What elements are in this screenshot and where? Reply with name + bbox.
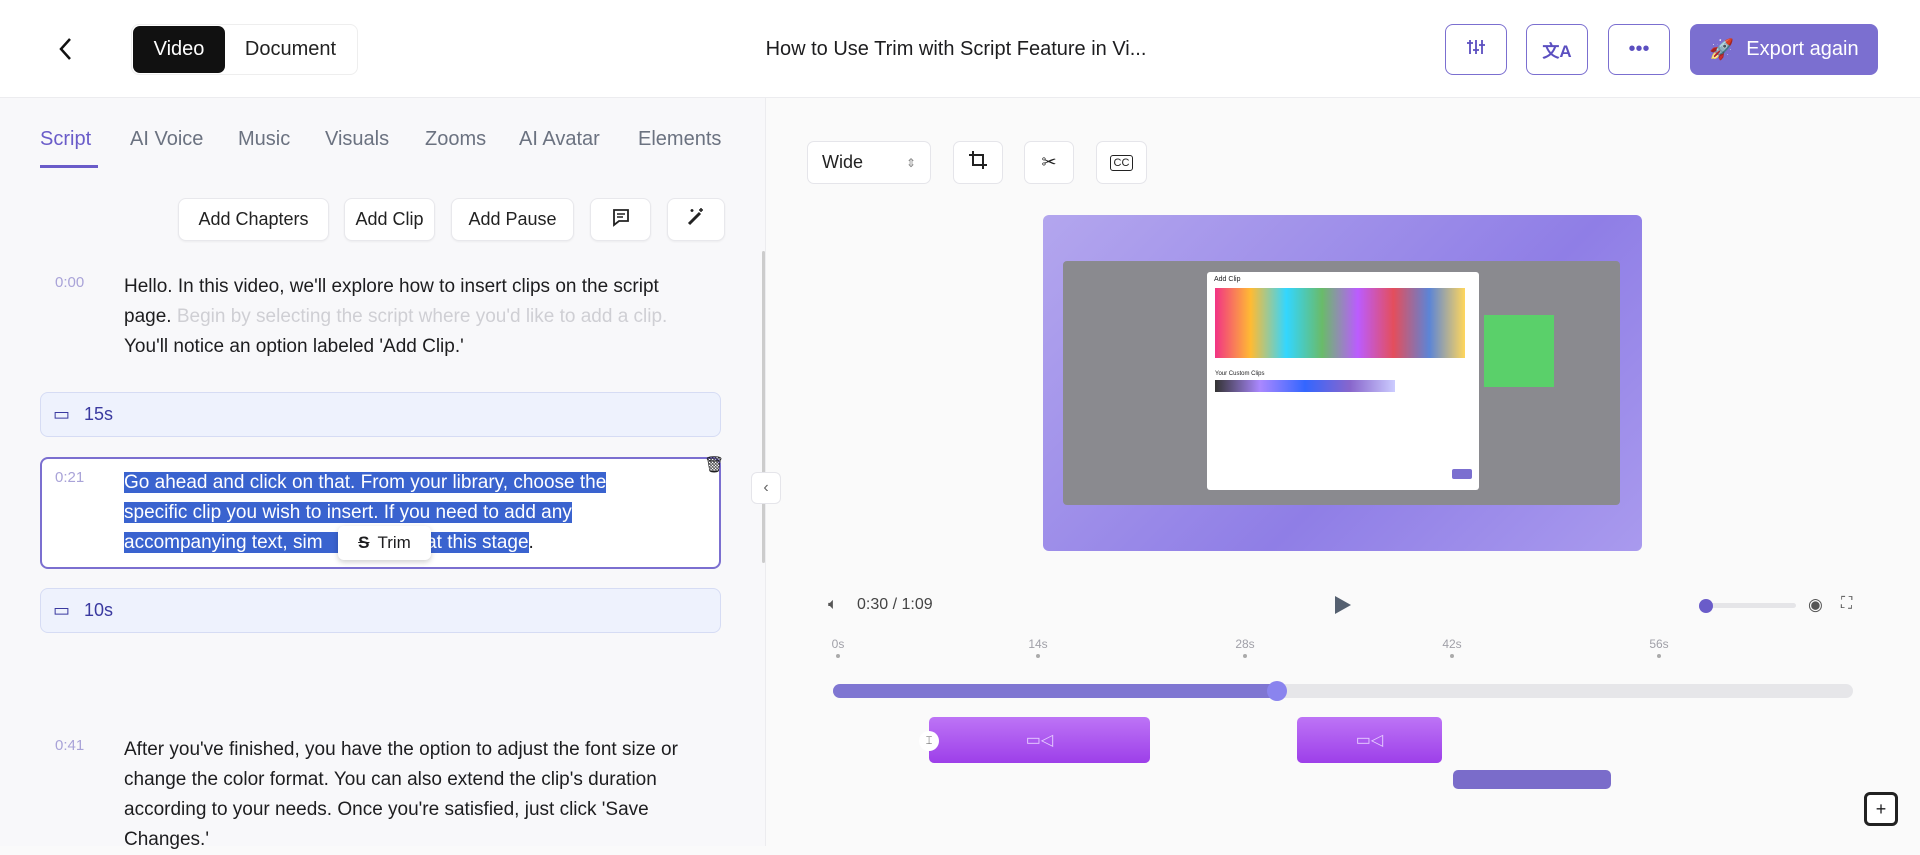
volume-icon[interactable]: 🔈︎ [828,596,838,614]
header: Video Document How to Use Trim with Scri… [0,0,1920,98]
trash-icon[interactable]: 🗑 [704,455,724,475]
timeline-tick-label: 56s [1649,637,1669,651]
translate-button[interactable]: 文A [1526,24,1588,75]
play-button[interactable] [1334,595,1352,620]
mode-video[interactable]: Video [133,26,225,73]
preview-avatar [1484,315,1554,387]
scissors-button[interactable]: ✂ [1024,141,1074,184]
video-camera-icon: ▭◁ [1025,732,1054,749]
mode-document[interactable]: Document [225,26,356,73]
time-display: 0:30 / 1:09 [857,596,933,613]
mode-toggle: Video Document [131,24,358,75]
translate-icon: 文A [1542,42,1572,61]
chevron-updown-icon: ⇕ [905,155,916,170]
video-camera-icon: ▭ [53,600,71,620]
settings-button[interactable] [1445,24,1507,75]
tab-music[interactable]: Music [238,128,290,151]
more-button[interactable]: ••• [1608,24,1670,75]
script-paragraph[interactable]: After you've finished, you have the opti… [124,735,684,855]
tab-zooms[interactable]: Zooms [425,128,486,151]
video-preview[interactable]: Add Clip Your Custom Clips [1043,215,1642,551]
comment-icon [611,207,631,232]
strikethrough-icon: S [358,533,370,552]
active-tab-underline [40,165,98,168]
captions-icon: CC [1109,154,1134,171]
video-camera-icon: ▭◁ [1355,732,1384,749]
timeline-audio-segment[interactable] [1453,770,1611,789]
export-again-button[interactable]: 🚀 Export again [1690,24,1878,75]
back-button[interactable] [56,36,76,69]
plus-icon: + [1875,799,1887,819]
tab-script[interactable]: Script [40,128,91,151]
script-paragraph[interactable]: Hello. In this video, we'll explore how … [124,272,684,362]
tab-visuals[interactable]: Visuals [325,128,389,151]
timeline-tick-dot [1450,654,1454,658]
aspect-select[interactable]: Wide ⇕ [807,141,931,184]
timeline-tick-dot [1243,654,1247,658]
scissors-icon: ✂ [1041,152,1057,172]
play-icon [1335,596,1351,614]
trim-handle-icon[interactable]: ⌶ [919,731,939,751]
scrollbar[interactable] [762,251,765,563]
more-icon: ••• [1628,38,1650,60]
trim-popup-button[interactable]: S Trim [338,526,431,560]
timeline-tick-label: 42s [1442,637,1462,651]
tab-elements[interactable]: Elements [638,128,721,151]
collapse-panel-button[interactable]: ‹ [751,472,781,504]
tab-ai-avatar[interactable]: AI Avatar [519,128,600,151]
timeline-tick-dot [1657,654,1661,658]
timeline-playhead[interactable] [1266,681,1287,701]
add-chapters-button[interactable]: Add Chapters [178,198,329,241]
timestamp: 0:00 [55,274,85,291]
timeline-track[interactable] [833,684,1853,698]
crop-button[interactable] [953,141,1003,184]
rocket-icon: 🚀 [1709,39,1735,61]
zoom-slider[interactable] [1706,603,1796,608]
magic-wand-button[interactable] [667,198,725,241]
add-clip-button[interactable]: Add Clip [344,198,435,241]
preview-add-clip-dialog: Add Clip Your Custom Clips [1207,272,1479,490]
clip-item[interactable]: ▭ 15s [40,392,721,437]
timeline-tick-dot [836,654,840,658]
add-element-button[interactable]: + [1864,792,1898,826]
zoom-slider-thumb[interactable] [1699,599,1713,613]
timestamp: 0:41 [55,737,85,754]
video-camera-icon: ▭ [53,404,71,424]
timestamp: 0:21 [55,469,85,486]
timeline-tick-dot [1036,654,1040,658]
sliders-icon [1466,37,1486,63]
magic-wand-icon [686,207,706,232]
timeline-tick-label: 14s [1028,637,1048,651]
comment-button[interactable] [590,198,651,241]
timeline-tick-label: 28s [1235,637,1255,651]
tab-ai-voice[interactable]: AI Voice [130,128,203,151]
video-title[interactable]: How to Use Trim with Script Feature in V… [700,38,1212,61]
captions-button[interactable]: CC [1096,141,1147,184]
crop-icon [968,150,988,175]
add-pause-button[interactable]: Add Pause [451,198,574,241]
timeline-clip[interactable]: ▭◁ [1297,717,1442,763]
timeline-progress [833,684,1277,698]
clip-item[interactable]: ▭ 10s [40,588,721,633]
timeline-clip[interactable]: ▭◁ [929,717,1150,763]
chevron-left-icon: ‹ [763,479,769,496]
fullscreen-icon[interactable]: ⛶ [1841,595,1852,613]
timeline-tick-label: 0s [831,637,845,651]
eye-icon[interactable]: ◉ [1808,595,1823,615]
